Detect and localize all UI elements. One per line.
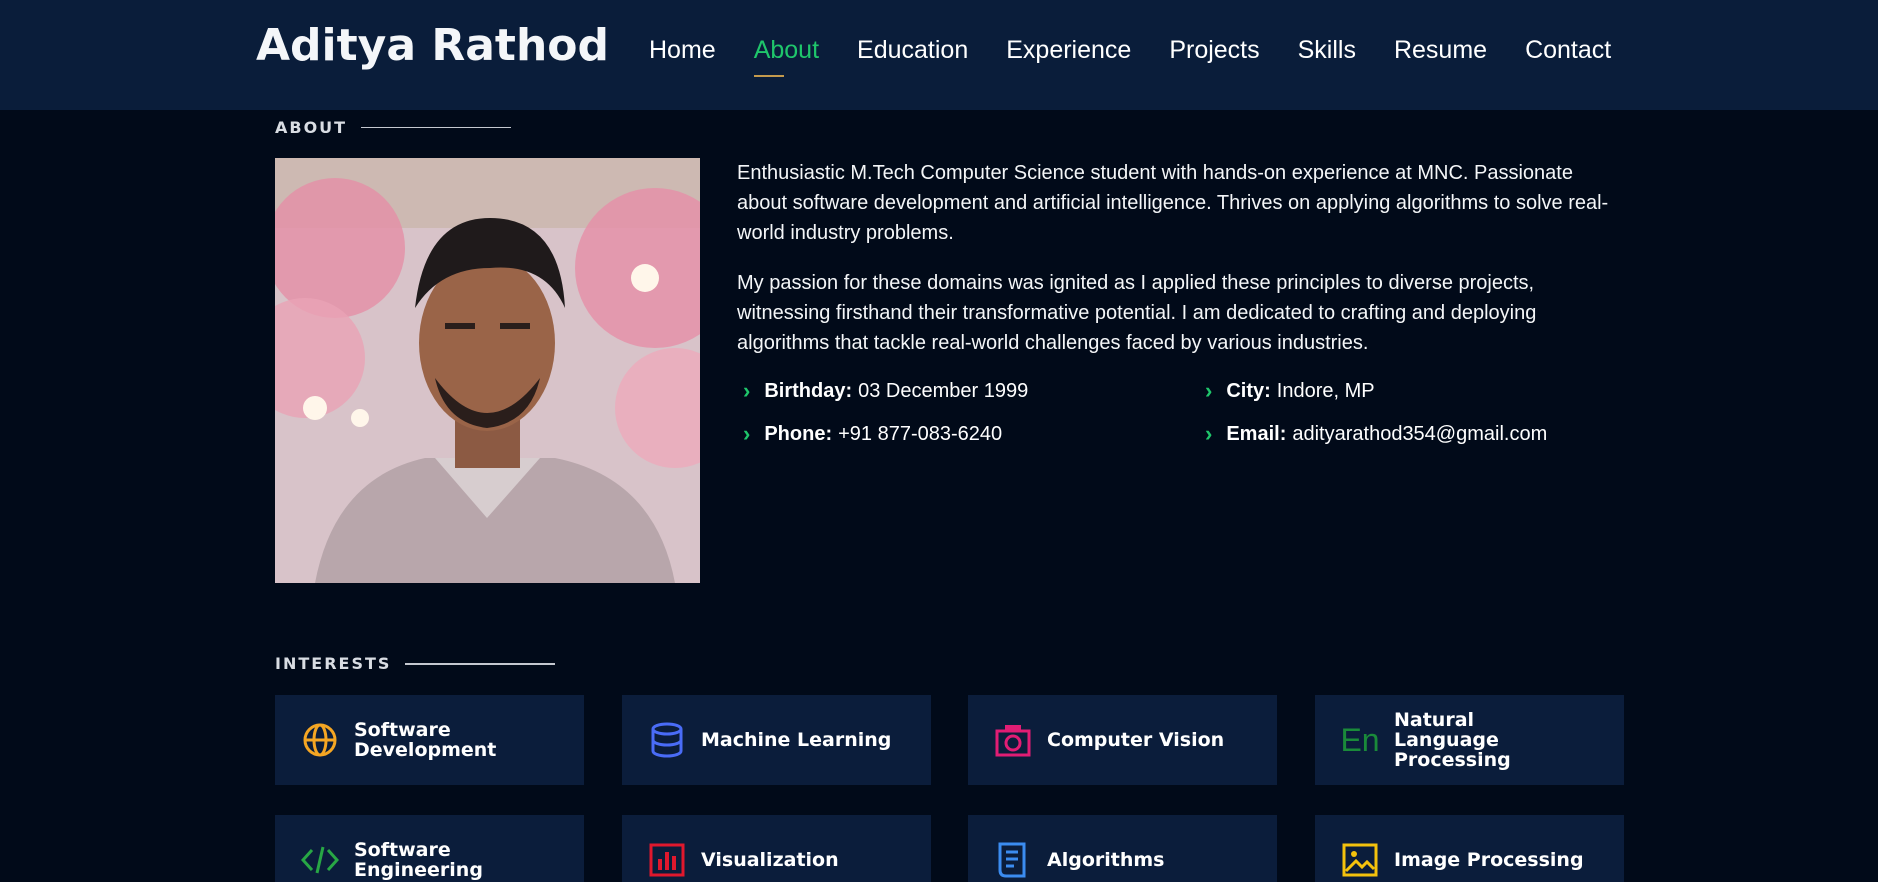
fact-value: 03 December 1999	[858, 379, 1029, 402]
interest-label: Software Development	[354, 719, 497, 761]
bio-paragraph: My passion for these domains was ignited…	[737, 272, 1537, 354]
chevron-right-icon: ›	[743, 378, 751, 403]
fact-birthday: › Birthday: 03 December 1999	[737, 378, 1028, 404]
interest-label: Image Processing	[1394, 849, 1584, 871]
fact-label: Email:	[1226, 422, 1287, 445]
chevron-right-icon: ›	[1205, 378, 1213, 403]
code-icon	[301, 841, 339, 879]
camera-icon	[994, 721, 1032, 759]
nav-home[interactable]: Home	[649, 36, 716, 65]
nav-about[interactable]: About	[753, 36, 819, 77]
language-icon: En	[1340, 721, 1380, 758]
nav-resume[interactable]: Resume	[1394, 36, 1487, 65]
interest-card-nlp: En Natural Language Processing	[1315, 695, 1624, 785]
fact-value: adityarathod354@gmail.com	[1292, 422, 1548, 445]
fact-phone: › Phone: +91 877-083-6240	[737, 421, 1002, 447]
nav-skills[interactable]: Skills	[1298, 36, 1356, 65]
about-bio: Enthusiastic M.Tech Computer Science stu…	[737, 158, 1627, 378]
nav-projects[interactable]: Projects	[1169, 36, 1259, 65]
interest-label: Visualization	[701, 849, 839, 871]
chevron-right-icon: ›	[743, 421, 751, 446]
interest-label: Computer Vision	[1047, 729, 1225, 751]
interest-card-machine-learning: Machine Learning	[622, 695, 931, 785]
interest-card-computer-vision: Computer Vision	[968, 695, 1277, 785]
chevron-right-icon: ›	[1205, 421, 1213, 446]
bio-paragraph: Enthusiastic M.Tech Computer Science stu…	[737, 162, 1609, 244]
top-navbar: Aditya Rathod Home About Education Exper…	[0, 0, 1878, 110]
about-section-title: ABOUT	[275, 118, 512, 137]
profile-photo	[275, 158, 700, 583]
interest-card-visualization: Visualization	[622, 815, 931, 882]
fact-label: Phone:	[764, 422, 833, 445]
interest-label: Software Engineering	[354, 839, 483, 881]
bar-chart-icon	[648, 841, 686, 879]
fact-label: City:	[1226, 379, 1271, 402]
interests-heading: INTERESTS	[275, 654, 392, 673]
interest-card-software-development: Software Development	[275, 695, 584, 785]
interests-section-title: INTERESTS	[275, 654, 556, 673]
interest-label: Algorithms	[1047, 849, 1165, 871]
interest-card-image-processing: Image Processing	[1315, 815, 1624, 882]
globe-icon	[301, 721, 339, 759]
nav-experience[interactable]: Experience	[1006, 36, 1131, 65]
interest-label: Natural Language Processing	[1394, 709, 1511, 771]
document-icon	[994, 841, 1032, 879]
fact-city: › City: Indore, MP	[1199, 378, 1375, 404]
nav-education[interactable]: Education	[857, 36, 968, 65]
fact-email: › Email: adityarathod354@gmail.com	[1199, 421, 1547, 447]
about-heading: ABOUT	[275, 118, 348, 137]
interest-label: Machine Learning	[701, 729, 892, 751]
fact-label: Birthday:	[764, 379, 853, 402]
fact-value: +91 877-083-6240	[838, 422, 1003, 445]
interest-card-software-engineering: Software Engineering	[275, 815, 584, 882]
site-logo[interactable]: Aditya Rathod	[256, 20, 609, 71]
heading-divider	[405, 662, 556, 665]
image-icon	[1341, 841, 1379, 879]
main-nav: Home About Education Experience Projects…	[649, 36, 1649, 77]
nav-contact[interactable]: Contact	[1525, 36, 1611, 65]
interest-card-algorithms: Algorithms	[968, 815, 1277, 882]
fact-value: Indore, MP	[1276, 379, 1375, 402]
heading-divider	[361, 127, 512, 128]
database-icon	[648, 721, 686, 759]
